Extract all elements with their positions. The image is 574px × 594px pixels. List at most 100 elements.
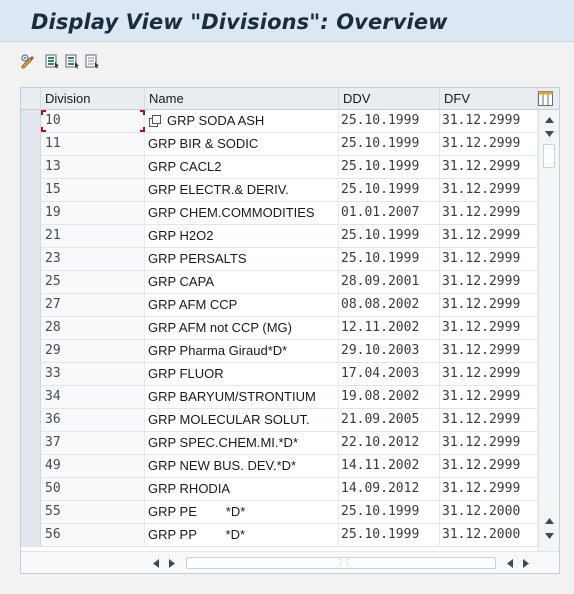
name-cell[interactable]: GRP NEW BUS. DEV.*D* <box>145 455 339 477</box>
ddv-cell[interactable]: 22.10.2012 <box>339 432 440 454</box>
division-cell[interactable]: 25 <box>41 271 145 293</box>
division-cell[interactable]: 49 <box>41 455 145 477</box>
column-header-ddv[interactable]: DDV <box>339 88 440 110</box>
table-settings-icon[interactable] <box>538 91 553 106</box>
division-cell[interactable]: 10 <box>41 110 145 132</box>
dfv-cell[interactable]: 31.12.2999 <box>440 202 538 224</box>
row-selector[interactable] <box>21 501 41 523</box>
scroll-right-icon[interactable] <box>521 557 531 569</box>
name-cell[interactable]: GRP H2O2 <box>145 225 339 247</box>
table-row[interactable]: 55 GRP PE *D* 25.10.1999 31.12.2000 <box>21 501 559 524</box>
division-cell[interactable]: 50 <box>41 478 145 500</box>
table-row[interactable]: 28 GRP AFM not CCP (MG) 12.11.2002 31.12… <box>21 317 559 340</box>
ddv-cell[interactable]: 25.10.1999 <box>339 524 440 546</box>
ddv-cell[interactable]: 19.08.2002 <box>339 386 440 408</box>
row-selector[interactable] <box>21 202 41 224</box>
row-selector[interactable] <box>21 317 41 339</box>
dfv-cell[interactable]: 31.12.2999 <box>440 294 538 316</box>
dfv-cell[interactable]: 31.12.2999 <box>440 432 538 454</box>
vertical-scrollbar[interactable] <box>538 110 559 551</box>
ddv-cell[interactable]: 28.09.2001 <box>339 271 440 293</box>
division-cell[interactable]: 56 <box>41 524 145 546</box>
name-cell[interactable]: GRP MOLECULAR SOLUT. <box>145 409 339 431</box>
scroll-left-icon[interactable] <box>505 557 515 569</box>
row-selector[interactable] <box>21 363 41 385</box>
table-row[interactable]: 15 GRP ELECTR.& DERIV. 25.10.1999 31.12.… <box>21 179 559 202</box>
division-cell[interactable]: 23 <box>41 248 145 270</box>
ddv-cell[interactable]: 25.10.1999 <box>339 133 440 155</box>
column-header-name[interactable]: Name <box>145 88 339 110</box>
table-row[interactable]: 49 GRP NEW BUS. DEV.*D* 14.11.2002 31.12… <box>21 455 559 478</box>
row-selector[interactable] <box>21 179 41 201</box>
table-row[interactable]: 34 GRP BARYUM/STRONTIUM 19.08.2002 31.12… <box>21 386 559 409</box>
vertical-scroll-thumb[interactable] <box>543 144 555 168</box>
name-cell[interactable]: GRP CAPA <box>145 271 339 293</box>
name-cell[interactable]: GRP CACL2 <box>145 156 339 178</box>
dfv-cell[interactable]: 31.12.2999 <box>440 225 538 247</box>
select-all-rows-header[interactable] <box>21 88 41 110</box>
dfv-cell[interactable]: 31.12.2999 <box>440 478 538 500</box>
name-cell[interactable]: GRP Pharma Giraud*D* <box>145 340 339 362</box>
dfv-cell[interactable]: 31.12.2999 <box>440 133 538 155</box>
display-change-toggle-icon[interactable] <box>20 53 36 69</box>
row-selector[interactable] <box>21 409 41 431</box>
scroll-up-icon[interactable] <box>543 113 556 126</box>
division-cell[interactable]: 27 <box>41 294 145 316</box>
ddv-cell[interactable]: 14.11.2002 <box>339 455 440 477</box>
row-selector[interactable] <box>21 248 41 270</box>
table-row[interactable]: 13 GRP CACL2 25.10.1999 31.12.2999 <box>21 156 559 179</box>
ddv-cell[interactable]: 01.01.2007 <box>339 202 440 224</box>
column-header-dfv[interactable]: DFV <box>440 88 538 110</box>
horizontal-scroll-thumb[interactable]: ⋮⋮ <box>186 557 496 569</box>
dfv-cell[interactable]: 31.12.2999 <box>440 363 538 385</box>
row-selector[interactable] <box>21 271 41 293</box>
row-selector[interactable] <box>21 294 41 316</box>
ddv-cell[interactable]: 29.10.2003 <box>339 340 440 362</box>
name-cell[interactable]: GRP PE *D* <box>145 501 339 523</box>
row-selector[interactable] <box>21 432 41 454</box>
table-row[interactable]: 21 GRP H2O2 25.10.1999 31.12.2999 <box>21 225 559 248</box>
name-cell[interactable]: GRP PERSALTS <box>145 248 339 270</box>
division-cell[interactable]: 13 <box>41 156 145 178</box>
dfv-cell[interactable]: 31.12.2999 <box>440 179 538 201</box>
division-cell[interactable]: 33 <box>41 363 145 385</box>
dfv-cell[interactable]: 31.12.2000 <box>440 501 538 523</box>
division-cell[interactable]: 37 <box>41 432 145 454</box>
table-row[interactable]: 25 GRP CAPA 28.09.2001 31.12.2999 <box>21 271 559 294</box>
table-row[interactable]: 50 GRP RHODIA 14.09.2012 31.12.2999 <box>21 478 559 501</box>
table-row[interactable]: 37 GRP SPEC.CHEM.MI.*D* 22.10.2012 31.12… <box>21 432 559 455</box>
name-cell[interactable]: GRP BARYUM/STRONTIUM <box>145 386 339 408</box>
row-selector[interactable] <box>21 478 41 500</box>
row-selector[interactable] <box>21 110 41 132</box>
scroll-down-icon[interactable] <box>543 127 556 140</box>
division-cell[interactable]: 21 <box>41 225 145 247</box>
row-selector[interactable] <box>21 340 41 362</box>
scroll-page-up-icon[interactable] <box>543 514 556 527</box>
name-cell[interactable]: GRP FLUOR <box>145 363 339 385</box>
scroll-right-icon[interactable] <box>167 557 177 569</box>
division-cell[interactable]: 19 <box>41 202 145 224</box>
ddv-cell[interactable]: 25.10.1999 <box>339 501 440 523</box>
division-cell[interactable]: 15 <box>41 179 145 201</box>
dfv-cell[interactable]: 31.12.2999 <box>440 386 538 408</box>
ddv-cell[interactable]: 25.10.1999 <box>339 110 440 132</box>
table-row[interactable]: 27 GRP AFM CCP 08.08.2002 31.12.2999 <box>21 294 559 317</box>
row-selector[interactable] <box>21 386 41 408</box>
division-cell[interactable]: 36 <box>41 409 145 431</box>
ddv-cell[interactable]: 21.09.2005 <box>339 409 440 431</box>
name-cell[interactable]: GRP SODA ASH <box>145 110 339 132</box>
table-row[interactable]: 19 GRP CHEM.COMMODITIES 01.01.2007 31.12… <box>21 202 559 225</box>
name-cell[interactable]: GRP SPEC.CHEM.MI.*D* <box>145 432 339 454</box>
ddv-cell[interactable]: 25.10.1999 <box>339 179 440 201</box>
ddv-cell[interactable]: 25.10.1999 <box>339 156 440 178</box>
row-selector[interactable] <box>21 156 41 178</box>
division-cell[interactable]: 28 <box>41 317 145 339</box>
dfv-cell[interactable]: 31.12.2999 <box>440 340 538 362</box>
copy-value-icon[interactable] <box>148 114 162 128</box>
table-row[interactable]: 29 GRP Pharma Giraud*D* 29.10.2003 31.12… <box>21 340 559 363</box>
name-cell[interactable]: GRP PP *D* <box>145 524 339 546</box>
dfv-cell[interactable]: 31.12.2999 <box>440 317 538 339</box>
row-selector[interactable] <box>21 225 41 247</box>
dfv-cell[interactable]: 31.12.2999 <box>440 409 538 431</box>
table-row[interactable]: 56 GRP PP *D* 25.10.1999 31.12.2000 <box>21 524 559 547</box>
